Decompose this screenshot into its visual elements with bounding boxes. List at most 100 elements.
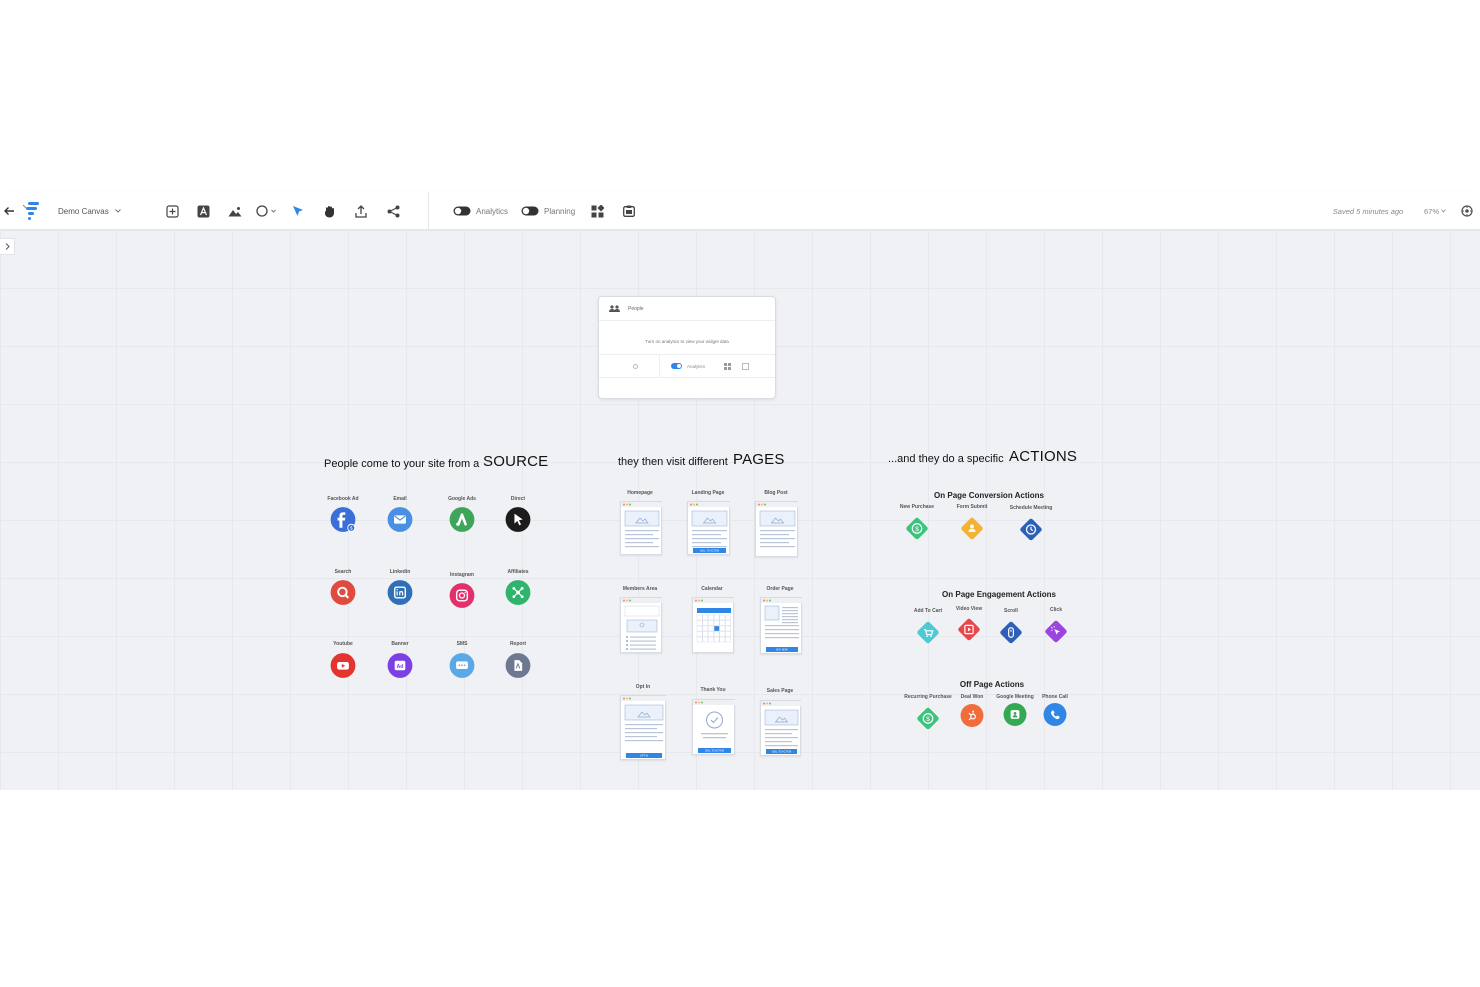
clipboard-icon[interactable] xyxy=(620,192,638,230)
source-label: Instagram xyxy=(450,572,474,578)
actions-lead: ...and they do a specific xyxy=(888,453,1004,465)
cart-icon[interactable] xyxy=(915,620,941,651)
source-label: Facebook Ad xyxy=(327,496,359,502)
scroll-icon[interactable] xyxy=(998,620,1024,651)
svg-text:CALL TO ACTION: CALL TO ACTION xyxy=(700,549,720,552)
affiliates-icon[interactable] xyxy=(505,580,531,611)
search-icon[interactable] xyxy=(330,580,356,611)
cursor-icon[interactable] xyxy=(505,507,531,538)
widget-small-icon xyxy=(633,364,638,369)
action-label: Scroll xyxy=(1004,608,1018,614)
page-label: Order Page xyxy=(766,586,794,592)
analytics-toggle[interactable]: Analytics xyxy=(453,192,515,230)
expand-panel-button[interactable] xyxy=(0,238,15,255)
text-tool-icon[interactable] xyxy=(194,192,212,230)
widget-grid-icon xyxy=(724,363,731,370)
page-thumbnail[interactable] xyxy=(755,501,799,557)
action-label: Form Submit xyxy=(956,504,988,510)
page-label: Sales Page xyxy=(766,688,794,694)
add-element-icon[interactable] xyxy=(163,192,181,230)
action-group-title: Off Page Actions xyxy=(959,680,1025,689)
meeting-icon[interactable] xyxy=(1003,703,1027,732)
toggle-switch-icon xyxy=(453,206,471,216)
dollar-icon[interactable]: $ xyxy=(904,516,930,547)
video-icon[interactable] xyxy=(956,617,982,648)
page-label: Members Area xyxy=(622,586,658,592)
youtube-icon[interactable] xyxy=(330,653,356,684)
action-label: Add To Cart xyxy=(913,608,943,614)
source-label: SMS xyxy=(456,641,468,647)
page-thumbnail[interactable] xyxy=(620,501,663,555)
action-label: New Purchase xyxy=(899,504,935,510)
page-label: Blog Post xyxy=(764,490,788,496)
page-label: Opt In xyxy=(635,684,651,690)
page-thumbnail[interactable] xyxy=(692,597,735,653)
hubspot-icon[interactable] xyxy=(960,704,984,733)
svg-text:$: $ xyxy=(926,716,930,723)
export-upload-icon[interactable] xyxy=(352,192,370,230)
saved-status: Saved 5 minutes ago xyxy=(1318,192,1418,230)
email-icon[interactable] xyxy=(387,507,413,538)
page-thumbnail[interactable] xyxy=(620,597,663,653)
page-thumbnail[interactable]: OPT IN xyxy=(620,695,667,760)
widget-analytics-toggle[interactable]: Analytics xyxy=(671,363,705,369)
people-widget[interactable]: People Turn on analytics to view your wi… xyxy=(598,296,776,399)
source-label: Google Ads xyxy=(448,496,476,502)
analytics-label: Analytics xyxy=(476,206,509,216)
page-thumbnail[interactable]: CALL TO ACTION xyxy=(760,700,802,756)
planning-toggle[interactable]: Planning xyxy=(521,192,581,230)
banner-ad-icon[interactable]: Ad xyxy=(387,653,413,684)
dollar-icon[interactable]: $ xyxy=(915,706,941,737)
canvas-area[interactable]: People Turn on analytics to view your wi… xyxy=(0,230,1480,790)
toolbar-divider xyxy=(428,192,429,230)
toggle-on-icon xyxy=(671,363,682,369)
saved-status-text: Saved 5 minutes ago xyxy=(1332,206,1404,216)
svg-text:Ad: Ad xyxy=(396,664,403,670)
zoom-dropdown[interactable]: 67% xyxy=(1420,192,1450,230)
svg-text:BUY NOW: BUY NOW xyxy=(776,648,788,651)
settings-gear-icon[interactable] xyxy=(1458,192,1476,230)
action-group-title: On Page Conversion Actions xyxy=(934,491,1044,500)
action-group-title: On Page Engagement Actions xyxy=(942,590,1056,599)
widget-message: Turn on analytics to view your widget da… xyxy=(645,339,729,344)
page-thumbnail[interactable]: CALL TO ACTION xyxy=(692,699,736,755)
person-icon[interactable] xyxy=(959,516,985,547)
widgets-grid-icon[interactable] xyxy=(588,192,606,230)
image-tool-icon[interactable] xyxy=(226,192,244,230)
source-label: Email xyxy=(393,496,407,502)
page-label: Homepage xyxy=(627,490,653,496)
page-thumbnail[interactable]: CALL TO ACTION xyxy=(687,501,731,555)
chevron-down-icon xyxy=(1441,209,1446,213)
sms-icon[interactable] xyxy=(449,653,475,684)
page-label: Calendar xyxy=(701,586,723,592)
source-label: Youtube xyxy=(333,641,353,647)
phone-icon[interactable] xyxy=(1043,703,1067,732)
back-arrow-icon[interactable] xyxy=(0,192,18,230)
action-label: Schedule Meeting xyxy=(1009,505,1053,511)
hand-pan-icon[interactable] xyxy=(321,192,339,230)
report-icon[interactable] xyxy=(505,653,531,684)
shape-tool-icon[interactable] xyxy=(255,192,279,230)
clock-icon[interactable] xyxy=(1018,517,1044,548)
instagram-icon[interactable] xyxy=(449,583,475,614)
select-cursor-icon[interactable] xyxy=(289,192,307,230)
widget-analytics-label: Analytics xyxy=(687,363,706,369)
google-ads-icon[interactable] xyxy=(449,507,475,538)
facebook-ad-icon[interactable]: $ xyxy=(330,507,356,538)
toggle-switch-icon xyxy=(521,206,539,216)
page-thumbnail[interactable]: BUY NOW xyxy=(760,597,803,654)
canvas-name: Demo Canvas xyxy=(58,206,109,216)
app-logo-icon[interactable] xyxy=(20,192,42,230)
widget-mini-toolbar: Analytics xyxy=(599,354,775,378)
chevron-right-icon xyxy=(5,243,10,250)
canvas-name-dropdown[interactable]: Demo Canvas xyxy=(58,192,128,230)
widget-header: People xyxy=(599,297,775,321)
canvas-app: Demo Canvas Analytics Planning Saved 5 m… xyxy=(0,192,1480,790)
people-icon xyxy=(609,305,620,312)
click-icon[interactable] xyxy=(1043,619,1069,650)
pages-lead: they then visit different xyxy=(618,456,728,468)
linkedin-icon[interactable] xyxy=(387,580,413,611)
share-icon[interactable] xyxy=(384,192,402,230)
sources-headline: SOURCE xyxy=(483,453,549,470)
page-label: Landing Page xyxy=(691,490,725,496)
